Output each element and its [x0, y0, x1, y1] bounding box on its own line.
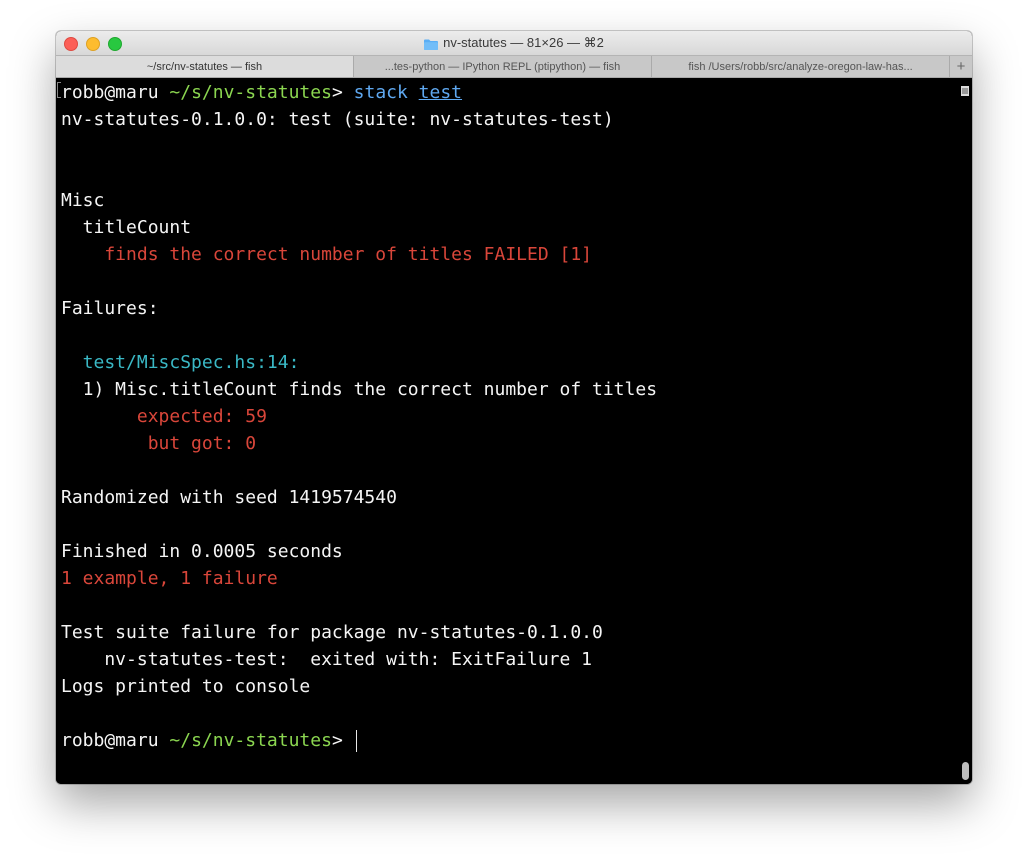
output-seed: Randomized with seed 1419574540 [61, 487, 397, 508]
tab-nv-statutes-fish[interactable]: ~/src/nv-statutes — fish [56, 56, 354, 77]
output-suite-failure: Test suite failure for package nv-statut… [61, 622, 603, 643]
output-misc: Misc [61, 190, 105, 211]
close-button[interactable] [64, 37, 78, 51]
output-summary: 1 example, 1 failure [61, 568, 278, 589]
command-stack: stack [353, 82, 408, 103]
prompt-path: ~/s/nv-statutes [169, 82, 332, 103]
title-bar[interactable]: nv-statutes — 81×26 — ⌘2 [56, 31, 972, 55]
scrollbar-thumb[interactable] [962, 762, 969, 780]
output-expected: expected: 59 [61, 406, 267, 427]
prompt-user: robb@maru [61, 730, 159, 751]
output-titlecount: titleCount [61, 217, 192, 238]
window-title-text: nv-statutes — 81×26 — ⌘2 [443, 35, 604, 50]
prompt-path: ~/s/nv-statutes [169, 730, 332, 751]
tab-ipython-repl[interactable]: ...tes-python — IPython REPL (ptipython)… [354, 56, 652, 77]
folder-icon [424, 38, 439, 50]
output-finished: Finished in 0.0005 seconds [61, 541, 343, 562]
new-tab-button[interactable]: + [950, 56, 972, 77]
window-controls [64, 37, 122, 51]
output-but-got: but got: 0 [61, 433, 257, 454]
command-test: test [418, 82, 463, 103]
terminal-window: nv-statutes — 81×26 — ⌘2 ~/src/nv-statut… [56, 31, 972, 784]
text-cursor [355, 730, 358, 752]
prompt-line-2: robb@maru ~/s/nv-statutes> [61, 727, 358, 754]
prompt-symbol: > [331, 730, 343, 751]
output-failures: Failures: [61, 298, 159, 319]
tab-bar: ~/src/nv-statutes — fish ...tes-python —… [56, 55, 972, 78]
output-spec-location: test/MiscSpec.hs:14: [61, 352, 300, 373]
output-failure-description: 1) Misc.titleCount finds the correct num… [61, 379, 658, 400]
output-failed-test: finds the correct number of titles FAILE… [61, 244, 593, 265]
prompt-line-1: robb@maru ~/s/nv-statutes> stack test [61, 79, 462, 106]
tab-analyze-oregon-law[interactable]: fish /Users/robb/src/analyze-oregon-law-… [652, 56, 950, 77]
output-logs: Logs printed to console [61, 676, 311, 697]
scroll-marker-icon [961, 80, 969, 96]
output-exited: nv-statutes-test: exited with: ExitFailu… [61, 649, 593, 670]
minimize-button[interactable] [86, 37, 100, 51]
prompt-symbol: > [331, 82, 343, 103]
prompt-user: robb@maru [61, 82, 159, 103]
terminal-output[interactable]: robb@maru ~/s/nv-statutes> stack test nv… [56, 78, 972, 784]
zoom-button[interactable] [108, 37, 122, 51]
output-header: nv-statutes-0.1.0.0: test (suite: nv-sta… [61, 109, 614, 130]
window-title: nv-statutes — 81×26 — ⌘2 [424, 35, 604, 51]
